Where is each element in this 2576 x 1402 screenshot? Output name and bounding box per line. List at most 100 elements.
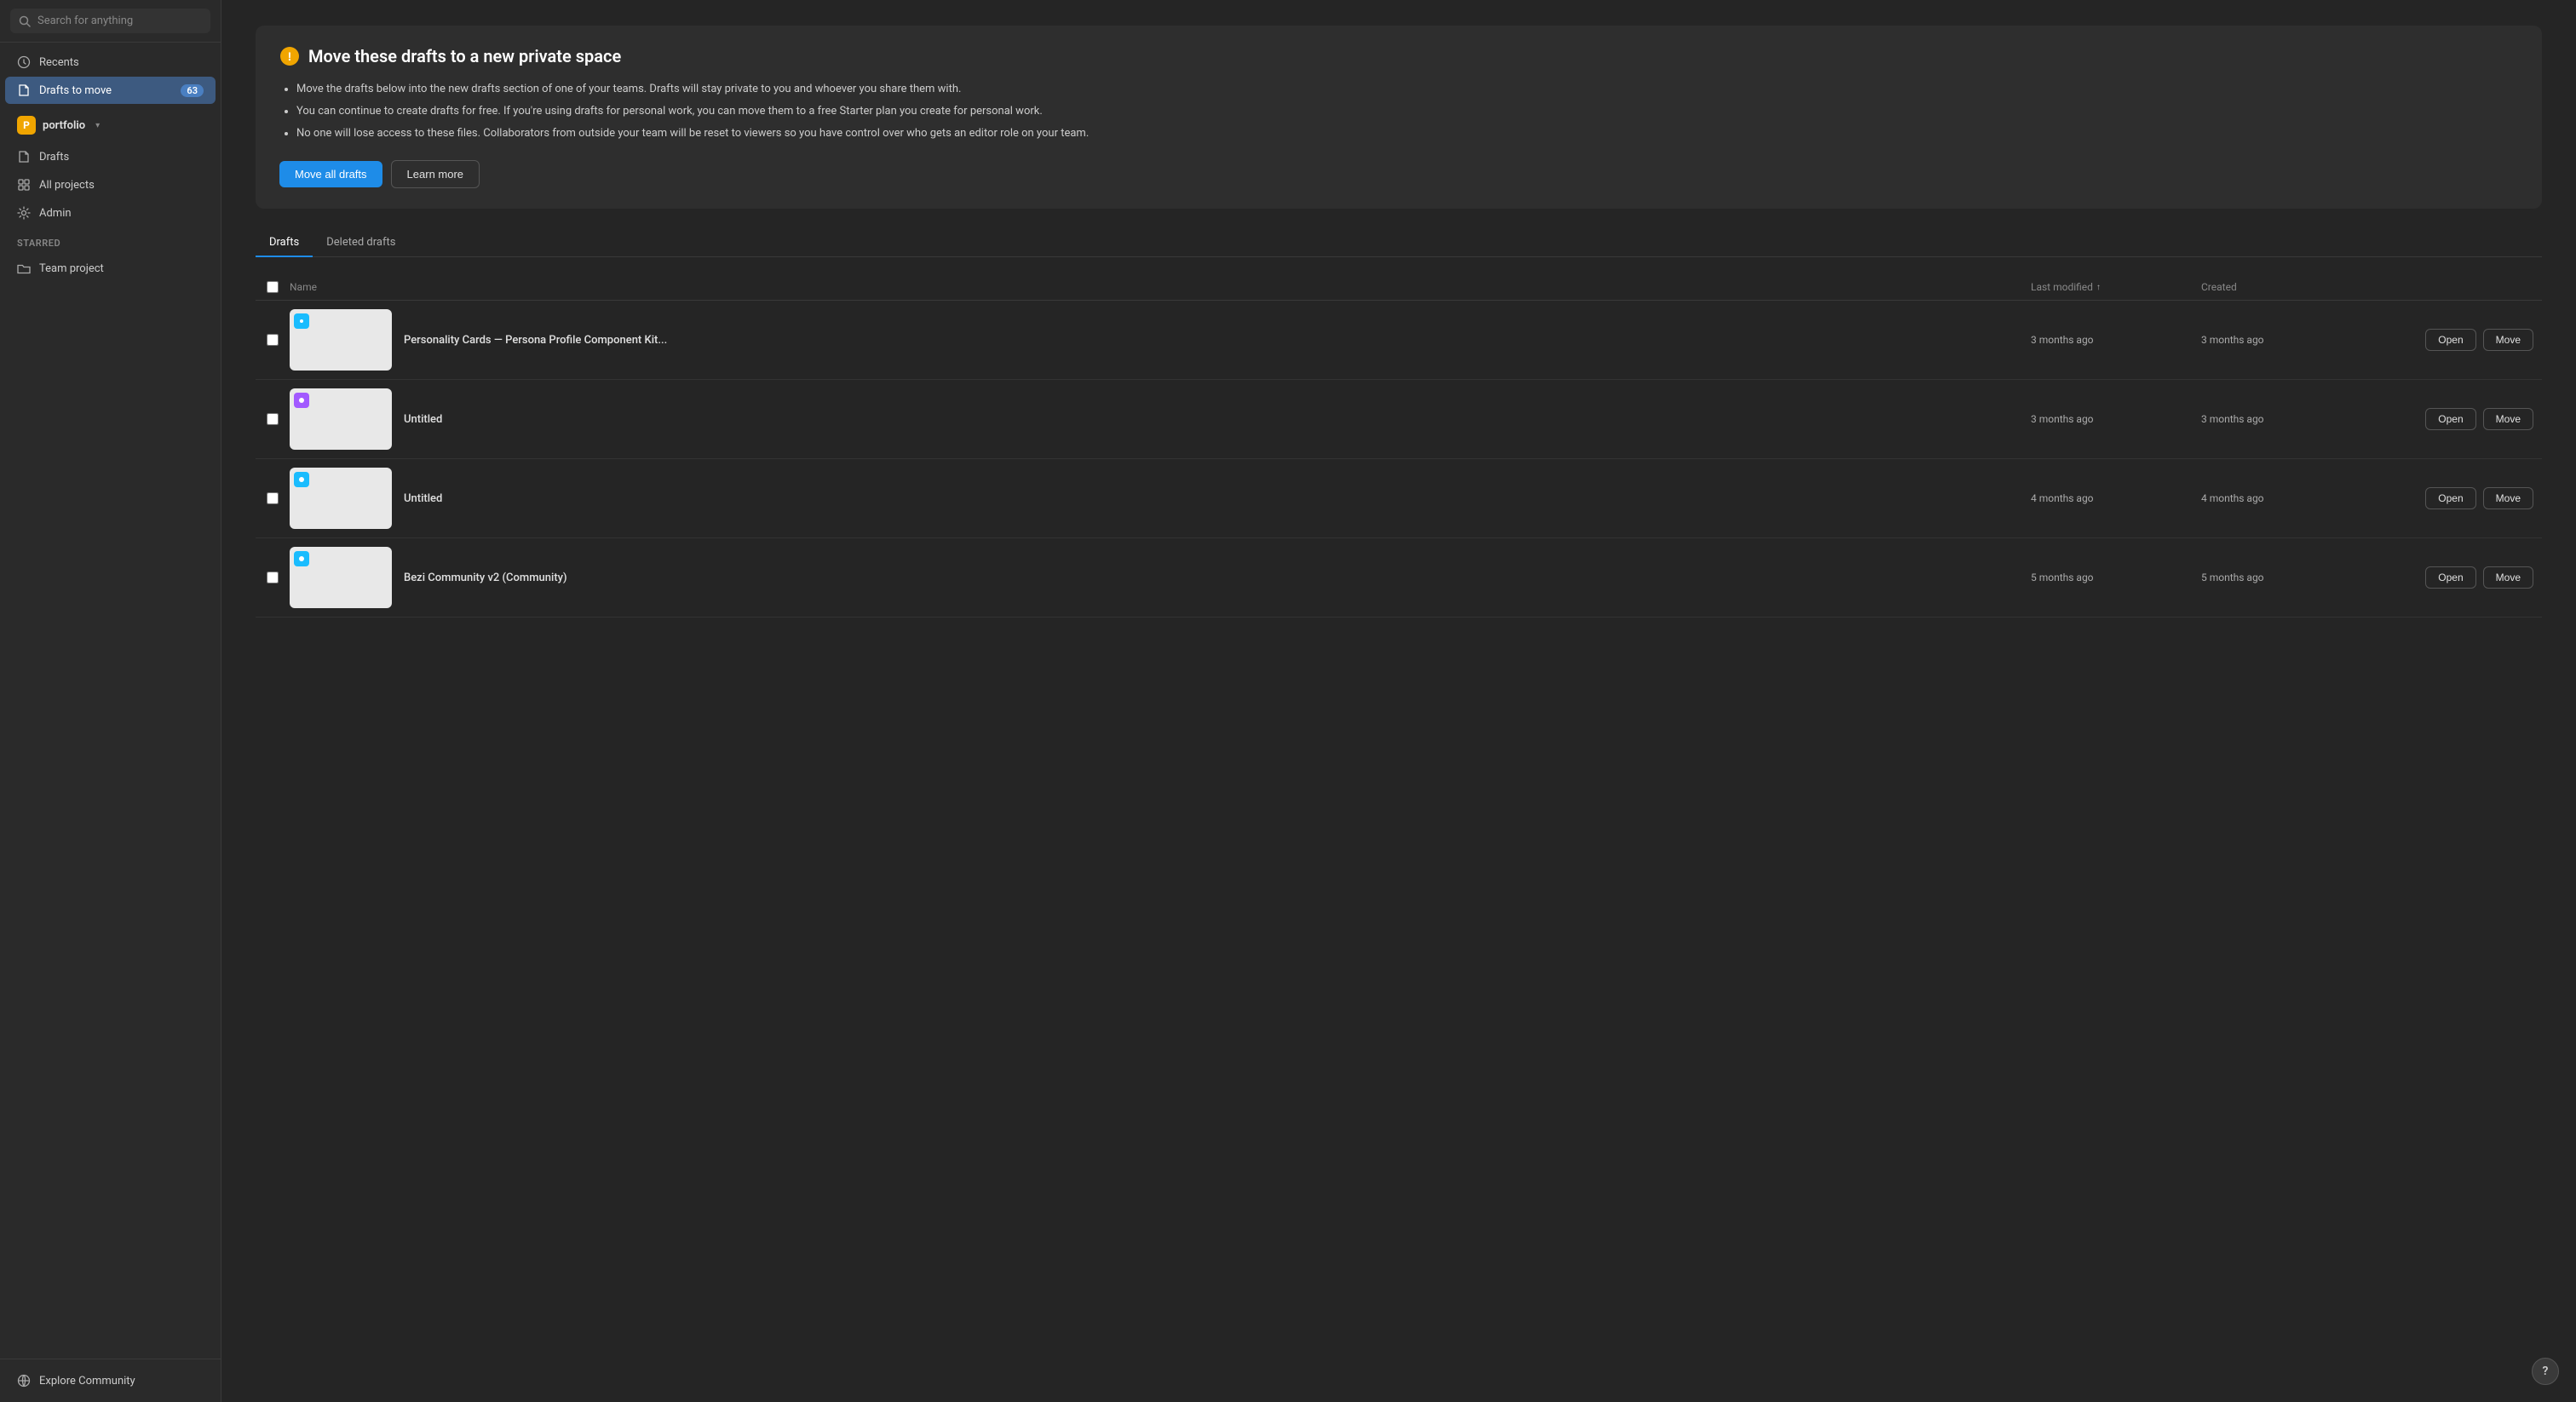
file-name-1: Personality Cards — Persona Profile Comp… [404,334,667,347]
sort-ascending-icon: ↑ [2096,283,2101,292]
starred-section-label: Starred [0,229,221,252]
bullet-1: Move the drafts below into the new draft… [296,80,2518,99]
move-button-3[interactable]: Move [2483,487,2533,509]
help-button[interactable]: ? [2532,1358,2559,1385]
workspace-nav: Drafts All projects Admin [0,141,221,229]
row-actions-3: Open Move [2372,487,2542,509]
sidebar-item-drafts[interactable]: Drafts [5,143,216,170]
top-nav: Recents Drafts to move 63 [0,43,221,110]
table-row: Personality Cards — Persona Profile Comp… [256,301,2542,380]
select-all-checkbox-wrapper[interactable] [256,281,290,293]
row-checkbox-1-wrapper[interactable] [256,334,290,346]
row-checkbox-2[interactable] [267,413,279,425]
last-modified-3: 4 months ago [2031,492,2201,504]
svg-text:!: ! [288,49,292,63]
created-3: 4 months ago [2201,492,2372,504]
file-name-4: Bezi Community v2 (Community) [404,572,567,584]
file-info-1: Personality Cards — Persona Profile Comp… [290,309,2031,371]
select-all-checkbox[interactable] [267,281,279,293]
sidebar-item-drafts-to-move[interactable]: Drafts to move 63 [5,77,216,104]
row-checkbox-3-wrapper[interactable] [256,492,290,504]
grid-icon [17,178,31,192]
row-actions-1: Open Move [2372,329,2542,351]
drafts-badge: 63 [181,84,204,97]
figma-icon-2 [294,393,309,408]
move-button-4[interactable]: Move [2483,566,2533,589]
workspace-header[interactable]: P portfolio ▾ [5,111,216,140]
bullet-3: No one will lose access to these files. … [296,124,2518,143]
alert-banner: ! Move these drafts to a new private spa… [256,26,2542,209]
figma-icon-3 [294,472,309,487]
figma-icon-4 [294,551,309,566]
alert-heading: Move these drafts to a new private space [308,46,621,66]
move-button-2[interactable]: Move [2483,408,2533,430]
row-actions-2: Open Move [2372,408,2542,430]
drafts-to-move-label: Drafts to move [39,84,112,97]
row-checkbox-4-wrapper[interactable] [256,572,290,583]
table-row: Untitled 4 months ago 4 months ago Open … [256,459,2542,538]
created-2: 3 months ago [2201,413,2372,425]
column-name-header[interactable]: Name [290,281,2031,293]
sidebar: Search for anything Recents Drafts to mo… [0,0,221,1402]
drafts-label: Drafts [39,151,69,164]
sidebar-item-recents[interactable]: Recents [5,49,216,76]
main-content: ! Move these drafts to a new private spa… [221,0,2576,1402]
warning-icon: ! [279,46,300,66]
all-projects-label: All projects [39,179,95,192]
open-button-4[interactable]: Open [2425,566,2475,589]
sidebar-bottom: Explore Community [0,1359,221,1402]
tabs-row: Drafts Deleted drafts [256,229,2542,257]
sidebar-item-all-projects[interactable]: All projects [5,171,216,198]
last-modified-2: 3 months ago [2031,413,2201,425]
last-modified-1: 3 months ago [2031,334,2201,346]
file-icon [17,83,31,97]
move-button-1[interactable]: Move [2483,329,2533,351]
file-icon-drafts [17,150,31,164]
file-thumbnail-2 [290,388,392,450]
created-1: 3 months ago [2201,334,2372,346]
team-project-label: Team project [39,262,104,275]
starred-nav: Team project [0,252,221,284]
created-4: 5 months ago [2201,572,2372,583]
recents-label: Recents [39,56,79,69]
search-icon [19,15,31,27]
search-input-wrapper[interactable]: Search for anything [10,9,210,33]
open-button-3[interactable]: Open [2425,487,2475,509]
table-body: Personality Cards — Persona Profile Comp… [256,301,2542,618]
last-modified-4: 5 months ago [2031,572,2201,583]
file-info-4: Bezi Community v2 (Community) [290,547,2031,608]
search-placeholder: Search for anything [37,14,133,27]
row-checkbox-3[interactable] [267,492,279,504]
file-thumbnail-4 [290,547,392,608]
sidebar-item-team-project[interactable]: Team project [5,255,216,282]
file-thumbnail-3 [290,468,392,529]
main-content-area: ! Move these drafts to a new private spa… [221,0,2576,1402]
workspace-name: portfolio [43,119,85,132]
alert-actions: Move all drafts Learn more [279,160,2518,188]
sidebar-item-explore-community[interactable]: Explore Community [5,1367,216,1394]
folder-icon [17,261,31,275]
learn-more-button[interactable]: Learn more [391,160,480,188]
bullet-2: You can continue to create drafts for fr… [296,102,2518,121]
table-row: Bezi Community v2 (Community) 5 months a… [256,538,2542,618]
row-checkbox-4[interactable] [267,572,279,583]
search-bar[interactable]: Search for anything [0,0,221,43]
column-last-modified-header[interactable]: Last modified ↑ [2031,281,2201,293]
workspace-avatar: P [17,116,36,135]
file-thumbnail-1 [290,309,392,371]
table-row: Untitled 3 months ago 3 months ago Open … [256,380,2542,459]
move-all-drafts-button[interactable]: Move all drafts [279,161,382,187]
figma-icon-1 [294,313,309,329]
tab-drafts[interactable]: Drafts [256,229,313,257]
tab-deleted-drafts[interactable]: Deleted drafts [313,229,409,257]
alert-title-row: ! Move these drafts to a new private spa… [279,46,2518,66]
row-checkbox-2-wrapper[interactable] [256,413,290,425]
file-info-3: Untitled [290,468,2031,529]
table-header: Name Last modified ↑ Created [256,274,2542,301]
open-button-2[interactable]: Open [2425,408,2475,430]
open-button-1[interactable]: Open [2425,329,2475,351]
row-checkbox-1[interactable] [267,334,279,346]
file-name-3: Untitled [404,492,442,505]
sidebar-item-admin[interactable]: Admin [5,199,216,227]
file-info-2: Untitled [290,388,2031,450]
